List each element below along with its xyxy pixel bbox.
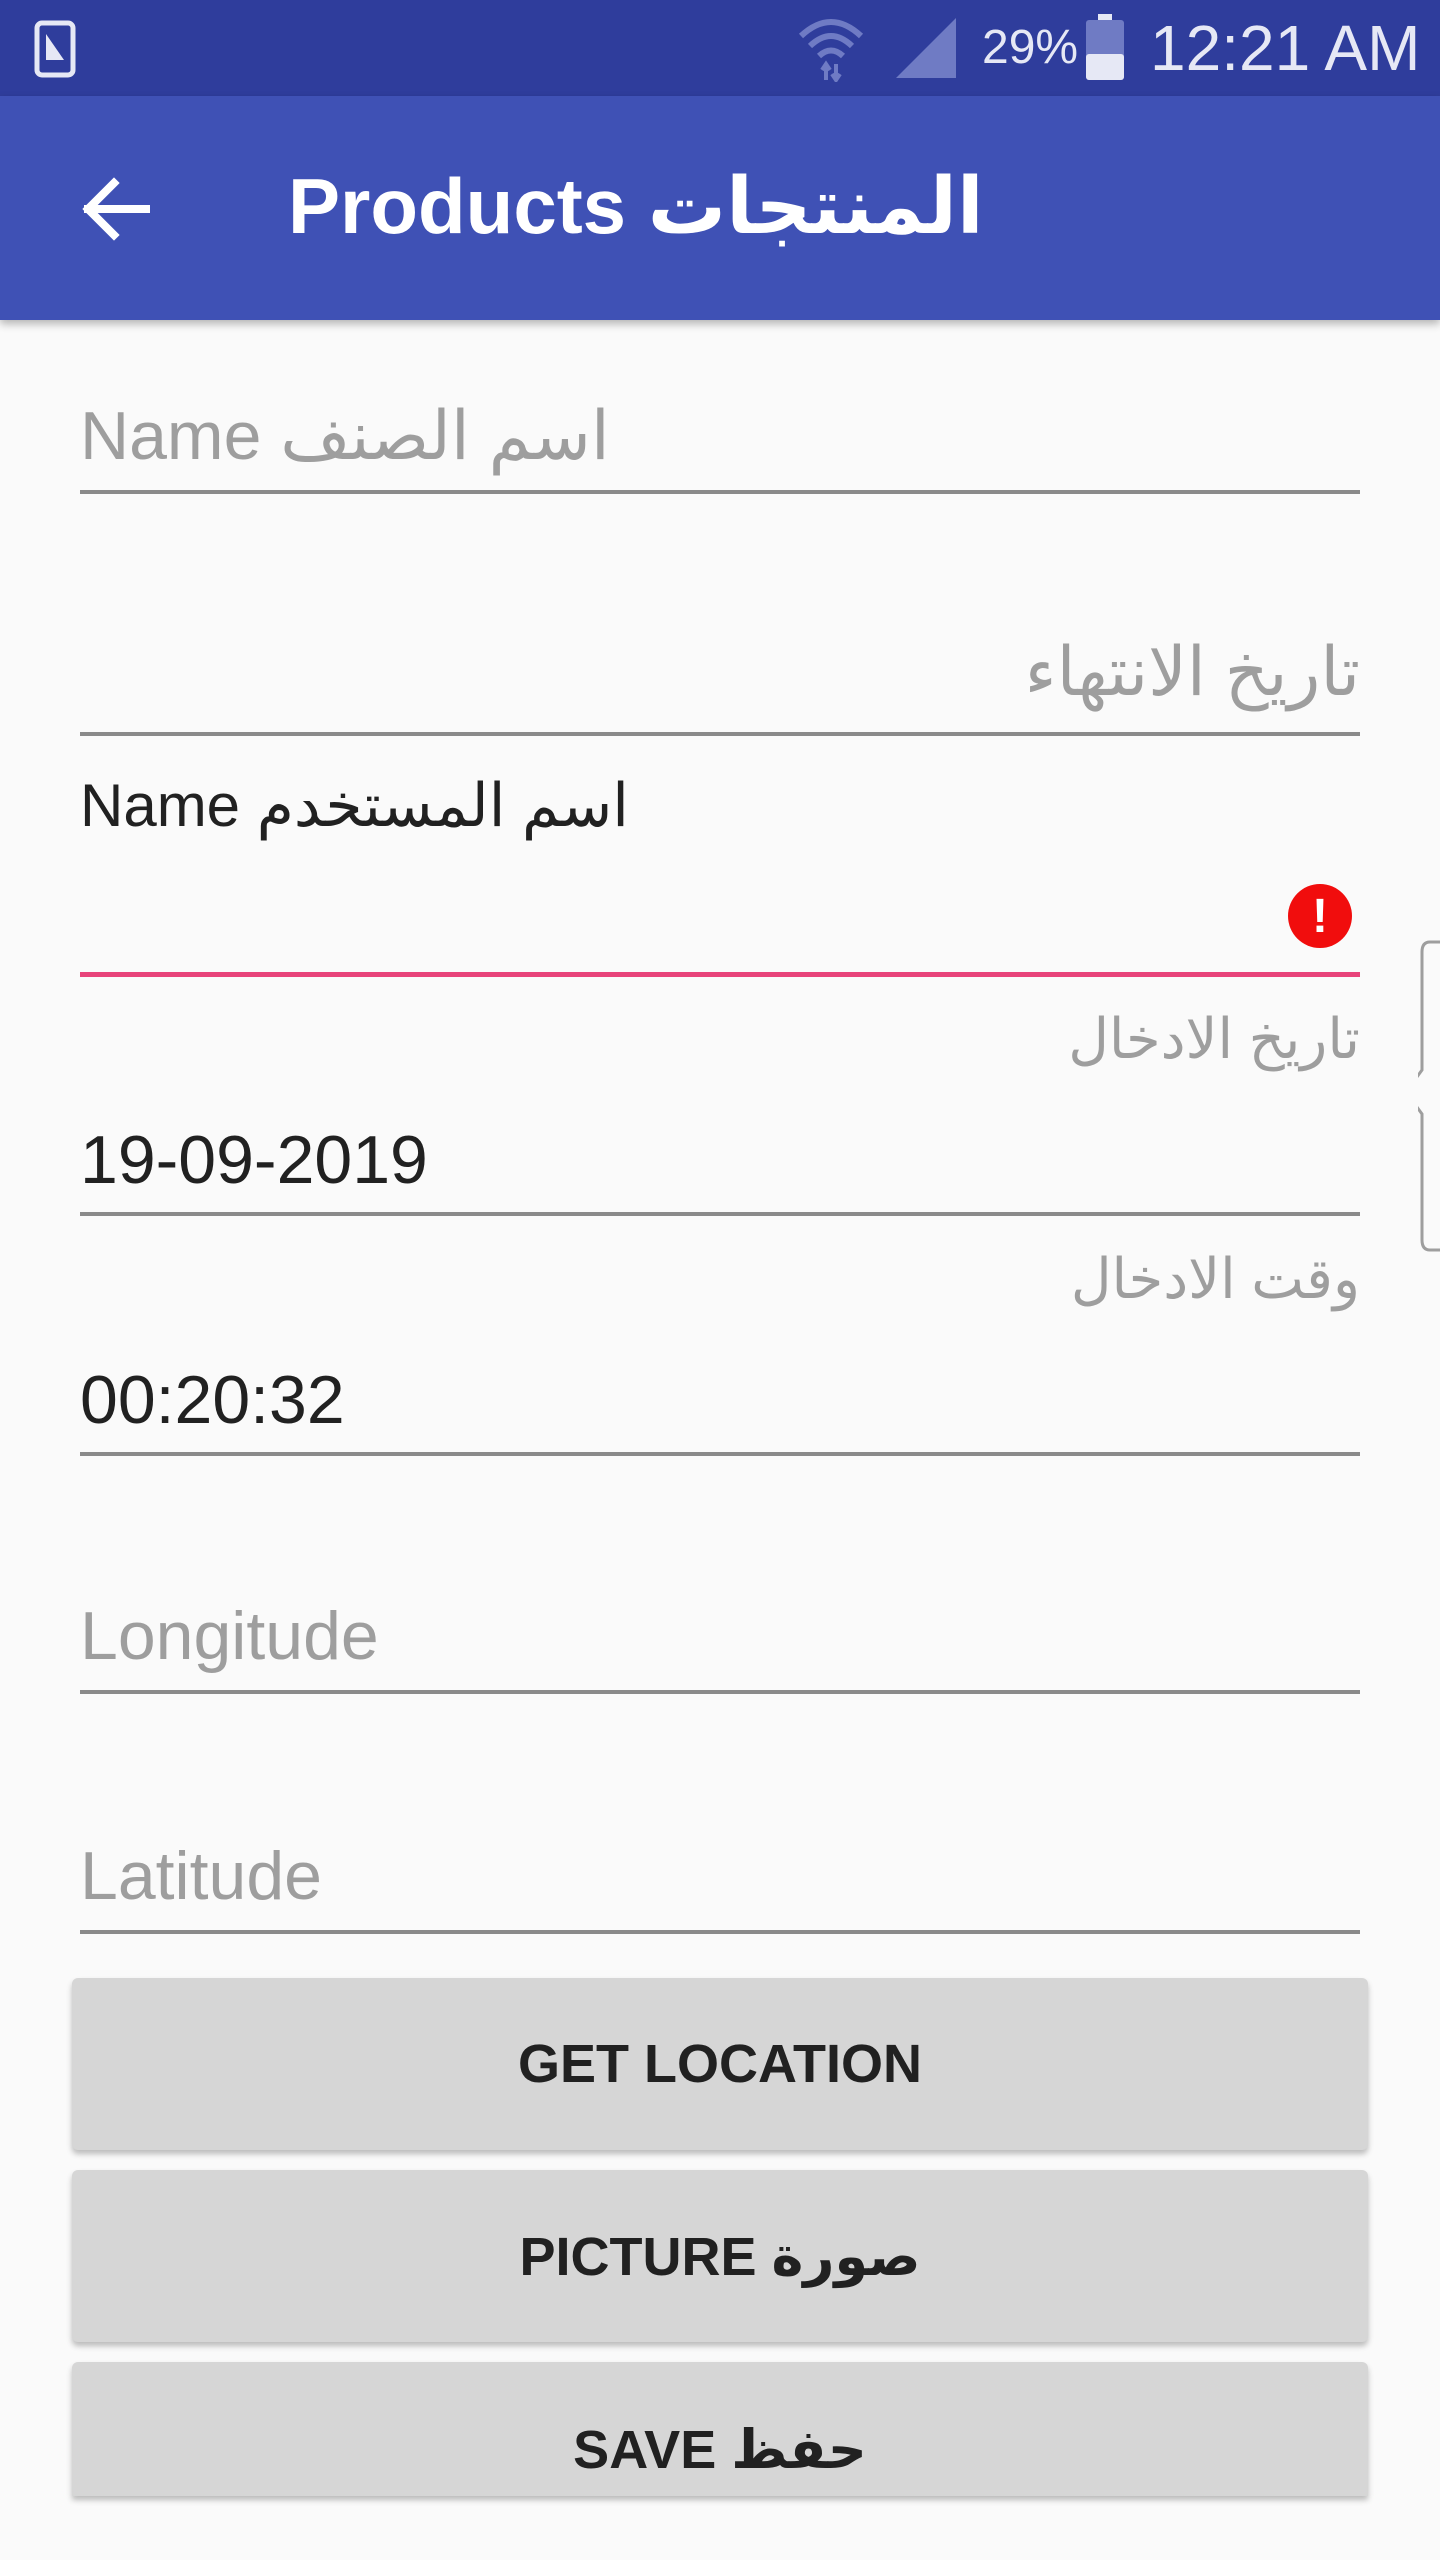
- expiry-date-hint: تاريخ الانتهاء: [1024, 634, 1360, 710]
- wifi-icon: [798, 19, 864, 82]
- entry-time-field[interactable]: وقت الادخال 00:20:32: [80, 1240, 1360, 1460]
- back-button[interactable]: [60, 154, 170, 264]
- battery-percent: 29%: [982, 21, 1079, 74]
- status-time: 12:21 AM: [1150, 12, 1421, 84]
- latitude-hint: Latitude: [80, 1838, 322, 1914]
- error-icon: !: [1288, 884, 1352, 948]
- entry-date-label: تاريخ الادخال: [1068, 1007, 1360, 1070]
- get-location-button[interactable]: GET LOCATION: [72, 1978, 1368, 2150]
- entry-date-underline: [80, 1212, 1360, 1216]
- app-bar: Products المنتجات: [0, 96, 1440, 320]
- status-bar: 29% 12:21 AM: [0, 0, 1440, 96]
- entry-date-value: 19-09-2019: [80, 1122, 428, 1198]
- arrow-left-icon: [82, 177, 150, 241]
- edge-panel-handle[interactable]: [1418, 940, 1440, 1252]
- screenshot-icon: [34, 20, 76, 78]
- user-name-underline: [80, 972, 1360, 977]
- entry-time-value: 00:20:32: [80, 1362, 345, 1438]
- signal-icon: [896, 18, 956, 78]
- latitude-field[interactable]: Latitude: [80, 1830, 1360, 1940]
- latitude-underline: [80, 1930, 1360, 1934]
- battery-icon: [1086, 14, 1124, 80]
- entry-date-field[interactable]: تاريخ الادخال 19-09-2019: [80, 1000, 1360, 1220]
- item-name-field[interactable]: Name اسم الصنف: [80, 390, 1360, 500]
- entry-time-label: وقت الادخال: [1070, 1247, 1360, 1310]
- user-name-field[interactable]: Name اسم المستخدم !: [80, 762, 1360, 982]
- expiry-date-underline: [80, 732, 1360, 736]
- longitude-underline: [80, 1690, 1360, 1694]
- longitude-hint: Longitude: [80, 1598, 379, 1674]
- save-button[interactable]: SAVE حفظ: [72, 2362, 1368, 2496]
- item-name-underline: [80, 490, 1360, 494]
- entry-time-underline: [80, 1452, 1360, 1456]
- page-title: Products المنتجات: [288, 162, 984, 250]
- expiry-date-field[interactable]: تاريخ الانتهاء: [80, 620, 1360, 740]
- longitude-field[interactable]: Longitude: [80, 1590, 1360, 1700]
- item-name-hint: Name اسم الصنف: [80, 398, 610, 474]
- picture-button[interactable]: PICTURE صورة: [72, 2170, 1368, 2342]
- user-name-label: Name اسم المستخدم: [80, 772, 629, 839]
